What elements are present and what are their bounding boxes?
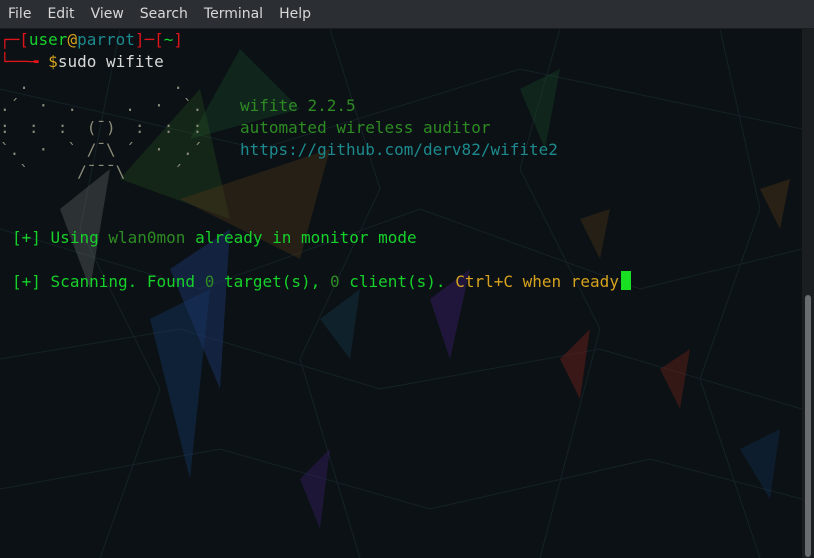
banner-url[interactable]: https://github.com/derv82/wifite2 bbox=[240, 139, 558, 161]
target-count: 0 bbox=[204, 272, 215, 291]
interface-name: wlan0mon bbox=[108, 228, 186, 247]
prompt-host: parrot bbox=[77, 30, 135, 49]
scrollbar[interactable] bbox=[802, 29, 814, 558]
banner-tagline: automated wireless auditor bbox=[240, 118, 491, 137]
msg-text: client(s). bbox=[349, 272, 446, 291]
prompt-at: @ bbox=[67, 30, 78, 49]
menu-view[interactable]: View bbox=[83, 0, 132, 28]
prompt-dir: ~ bbox=[163, 30, 174, 49]
msg-text: already in monitor mode bbox=[195, 228, 417, 247]
menu-bar: File Edit View Search Terminal Help bbox=[0, 0, 814, 29]
command-text: sudo wifite bbox=[57, 52, 164, 71]
menu-file[interactable]: File bbox=[0, 0, 39, 28]
menu-search[interactable]: Search bbox=[132, 0, 196, 28]
terminal-output[interactable]: ┌─[user@parrot]─[~] └──╼ $sudo wifite . … bbox=[0, 29, 802, 558]
prompt-bracket: ┌─[ bbox=[0, 30, 29, 49]
prompt-bracket-close: ] bbox=[173, 30, 184, 49]
banner-name: wifite bbox=[240, 96, 298, 115]
ctrl-c-hint: Ctrl+C when ready bbox=[455, 272, 619, 291]
client-count: 0 bbox=[329, 272, 340, 291]
msg-prefix: [+] bbox=[12, 228, 41, 247]
prompt-dollar: $ bbox=[48, 52, 58, 71]
wifite-logo-line-3: : : : (¯) : : : bbox=[0, 118, 203, 137]
msg-text: Scanning. Found bbox=[50, 272, 196, 291]
msg-text: Using bbox=[50, 228, 99, 247]
menu-terminal[interactable]: Terminal bbox=[196, 0, 271, 28]
prompt-line-2: └──╼ $sudo wifite bbox=[0, 51, 164, 73]
menu-edit[interactable]: Edit bbox=[39, 0, 82, 28]
banner-title: wifite 2.2.5 bbox=[240, 95, 356, 117]
prompt-arrow: └──╼ bbox=[0, 52, 49, 71]
wifite-logo-line-1: . . bbox=[0, 74, 222, 93]
wifite-logo-line-4: `. · ` /¯\ ´ · .´ bbox=[0, 140, 203, 159]
banner-version: 2.2.5 bbox=[307, 96, 356, 115]
prompt-line-1: ┌─[user@parrot]─[~] bbox=[0, 29, 183, 51]
terminal-cursor bbox=[620, 271, 631, 290]
msg-prefix: [+] bbox=[12, 272, 41, 291]
monitor-mode-message: [+] Using wlan0mon already in monitor mo… bbox=[12, 227, 417, 249]
msg-text: target(s), bbox=[223, 272, 321, 291]
wifite-logo-line-5: ` /¯¯¯\ ´ bbox=[0, 162, 203, 181]
wifite-logo-line-2: .´ · . . · `. bbox=[0, 96, 203, 115]
scrollbar-thumb[interactable] bbox=[805, 295, 811, 557]
menu-help[interactable]: Help bbox=[271, 0, 319, 28]
scanning-message: [+] Scanning. Found 0 target(s), 0 clien… bbox=[12, 271, 631, 293]
prompt-user: user bbox=[28, 30, 68, 49]
prompt-bracket-mid: ]─[ bbox=[134, 30, 164, 49]
